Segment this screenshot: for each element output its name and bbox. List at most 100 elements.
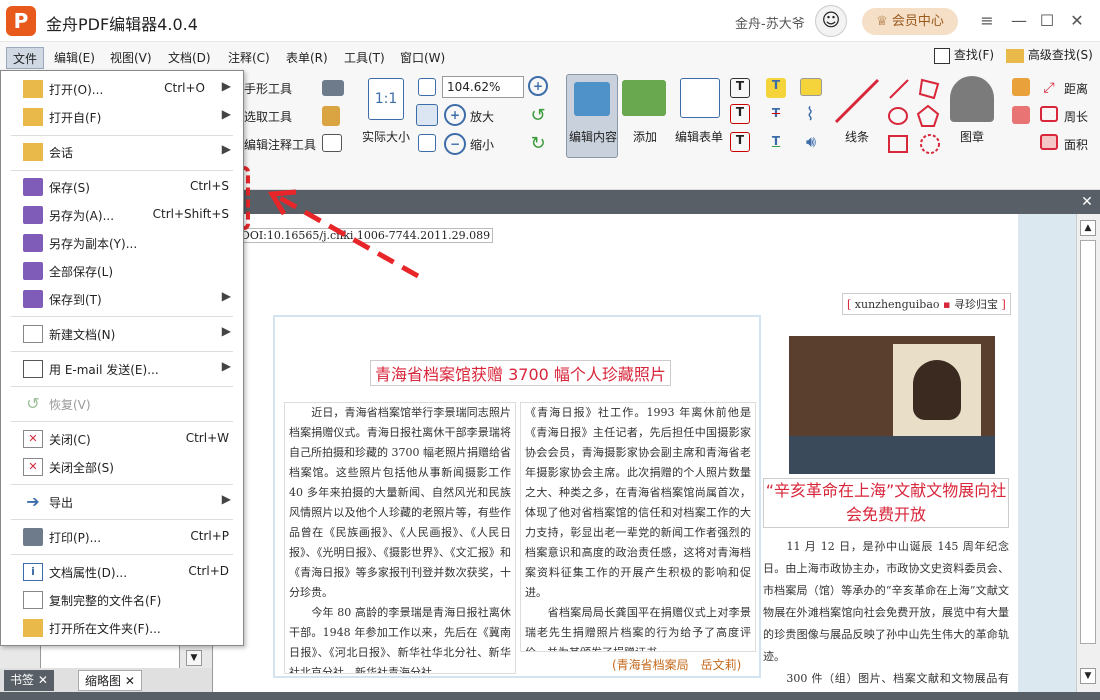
distance-button[interactable]: 距离 [1064,80,1088,97]
menu-form[interactable]: 表单(R) [280,47,334,69]
area-icon [1040,134,1058,150]
menu-item-open-folder[interactable]: 打开所在文件夹(F)... [1,615,243,641]
close-icon[interactable]: ✕ [38,673,48,687]
scroll-up-icon[interactable]: ▲ [1080,220,1096,236]
menu-item-new-document[interactable]: 新建文档(N) ▶ [1,321,243,347]
menu-comment[interactable]: 注释(C) [222,47,276,69]
menu-item-save-copy[interactable]: 另存为副本(Y)... [1,230,243,256]
portrait-photo [789,336,995,474]
actual-size-label[interactable]: 实际大小 [362,128,410,145]
menu-edit[interactable]: 编辑(E) [48,47,101,69]
right-article-headline: “辛亥革命在上海”文献文物展向社会免费开放 [763,478,1009,528]
menu-item-export[interactable]: ➔ 导出 ▶ [1,489,243,515]
pencil-icon[interactable] [1012,78,1030,96]
actual-size-icon[interactable]: 1:1 [368,78,404,120]
lines-button[interactable]: 线条 [845,128,869,145]
new-document-icon [23,325,43,343]
sound-icon[interactable]: 🔊︎ [800,132,822,152]
menu-item-shortcut: Ctrl+W [185,431,229,445]
edit-form-icon[interactable] [680,78,720,118]
edit-annotation-tool-button[interactable]: 编辑注释工具 [244,136,316,153]
zoom-in-icon[interactable]: + [444,104,466,126]
rotate-right-icon[interactable]: ↻ [528,134,548,154]
zoom-out-button[interactable]: 缩小 [470,136,494,153]
menu-view[interactable]: 视图(V) [104,47,158,69]
menu-window[interactable]: 窗口(W) [394,47,451,69]
scroll-down-icon[interactable]: ▼ [1080,668,1096,684]
edit-form-button[interactable]: 编辑表单 [675,128,723,145]
text-box-icon[interactable]: T [730,104,750,124]
menu-item-print[interactable]: 打印(P)... Ctrl+P [1,524,243,550]
menu-item-label: 导出 [49,496,74,510]
menu-item-save-to[interactable]: 保存到(T) ▶ [1,286,243,312]
fit-page-icon[interactable] [418,78,436,96]
portrait-crowd [789,436,995,474]
main-menu-button[interactable]: ≡ [974,8,1000,34]
menu-separator [11,554,233,555]
add-image-icon[interactable] [622,80,666,116]
highlight-text-icon[interactable]: T [766,78,786,98]
stamp-button[interactable]: 图章 [960,128,984,145]
menu-item-label: 保存到(T) [49,293,102,307]
menu-item-copy-filename[interactable]: 复制完整的文件名(F) [1,587,243,613]
close-window-button[interactable]: ✕ [1064,8,1090,34]
line-tool-icon[interactable] [832,76,882,126]
zoom-level-field[interactable]: 104.62% [442,76,524,98]
menu-item-close-all[interactable]: ✕ 关闭全部(S) [1,454,243,480]
chevron-right-icon: ▶ [221,107,231,121]
zoom-out-icon[interactable]: − [444,133,466,155]
attachment-icon[interactable]: ⌇ [802,104,818,126]
select-tool-button[interactable]: 选取工具 [244,108,292,125]
thumbnail-scroll-down[interactable]: ▼ [186,650,202,666]
hand-tool-button[interactable]: 手形工具 [244,80,292,97]
chevron-right-icon: ▶ [221,142,231,156]
callout-icon[interactable]: T [730,132,750,152]
add-button[interactable]: 添加 [633,128,657,145]
rotate-left-icon[interactable]: ↺ [528,106,548,126]
scan-icon[interactable] [322,134,342,152]
menu-tools[interactable]: 工具(T) [338,47,391,69]
vertical-scrollbar[interactable]: ▲ ▼ [1076,214,1100,692]
user-name[interactable]: 金舟-苏大爷 [735,13,805,32]
menu-item-properties[interactable]: i 文档属性(D)... Ctrl+D [1,559,243,585]
menu-item-save[interactable]: 保存(S) Ctrl+S [1,174,243,200]
menu-item-close[interactable]: ✕ 关闭(C) Ctrl+W [1,426,243,452]
fit-width-icon[interactable] [416,104,438,126]
tab-thumbnails[interactable]: 缩略图 ✕ [78,670,142,691]
strikeout-icon[interactable]: T [766,106,786,126]
article-byline: (青海省档案局 岳文莉) [612,658,742,672]
area-button[interactable]: 面积 [1064,136,1088,153]
eraser-icon[interactable] [1012,106,1030,124]
perimeter-button[interactable]: 周长 [1064,108,1088,125]
close-document-tab-button[interactable]: ✕ [1078,194,1096,210]
note-icon[interactable] [800,78,822,96]
close-icon[interactable]: ✕ [125,674,135,688]
zoom-in-button[interactable]: 放大 [470,108,494,125]
section-tag-cn: 寻珍归宝 [953,298,998,311]
text-field-icon[interactable]: T [730,78,750,98]
menu-item-open-from[interactable]: 打开自(F) ▶ [1,104,243,130]
search-button[interactable]: 查找(F) [934,46,994,64]
shape-tools-icon[interactable] [886,76,946,156]
maximize-button[interactable]: ☐ [1034,8,1060,34]
menu-item-open[interactable]: 打开(O)... Ctrl+O ▶ [1,76,243,102]
zoom-in-small-icon[interactable]: + [528,76,548,96]
underline-icon[interactable]: T [766,134,786,154]
avatar[interactable]: ☺ [815,5,847,37]
menu-item-save-as[interactable]: 另存为(A)... Ctrl+Shift+S [1,202,243,228]
menu-item-session[interactable]: 会话 ▶ [1,139,243,165]
menu-document[interactable]: 文档(D) [162,47,217,69]
scroll-thumb[interactable] [1080,240,1096,644]
fit-visible-icon[interactable] [418,134,436,152]
camera-icon[interactable] [322,80,344,96]
minimize-button[interactable]: — [1006,8,1032,34]
advanced-search-button[interactable]: 高级查找(S) [1006,46,1093,63]
vip-center-button[interactable]: ♕ 会员中心 [862,8,958,35]
stamp-icon[interactable] [950,76,994,122]
tab-bookmarks[interactable]: 书签 ✕ [4,670,54,691]
menu-item-save-all[interactable]: 全部保存(L) [1,258,243,284]
section-tag: [ xunzhenguibao ▪ 寻珍归宝 ] [842,293,1011,315]
menu-item-email[interactable]: 用 E-mail 发送(E)... ▶ [1,356,243,382]
menu-file[interactable]: 文件 [6,47,45,69]
clipboard-icon[interactable] [322,106,340,126]
